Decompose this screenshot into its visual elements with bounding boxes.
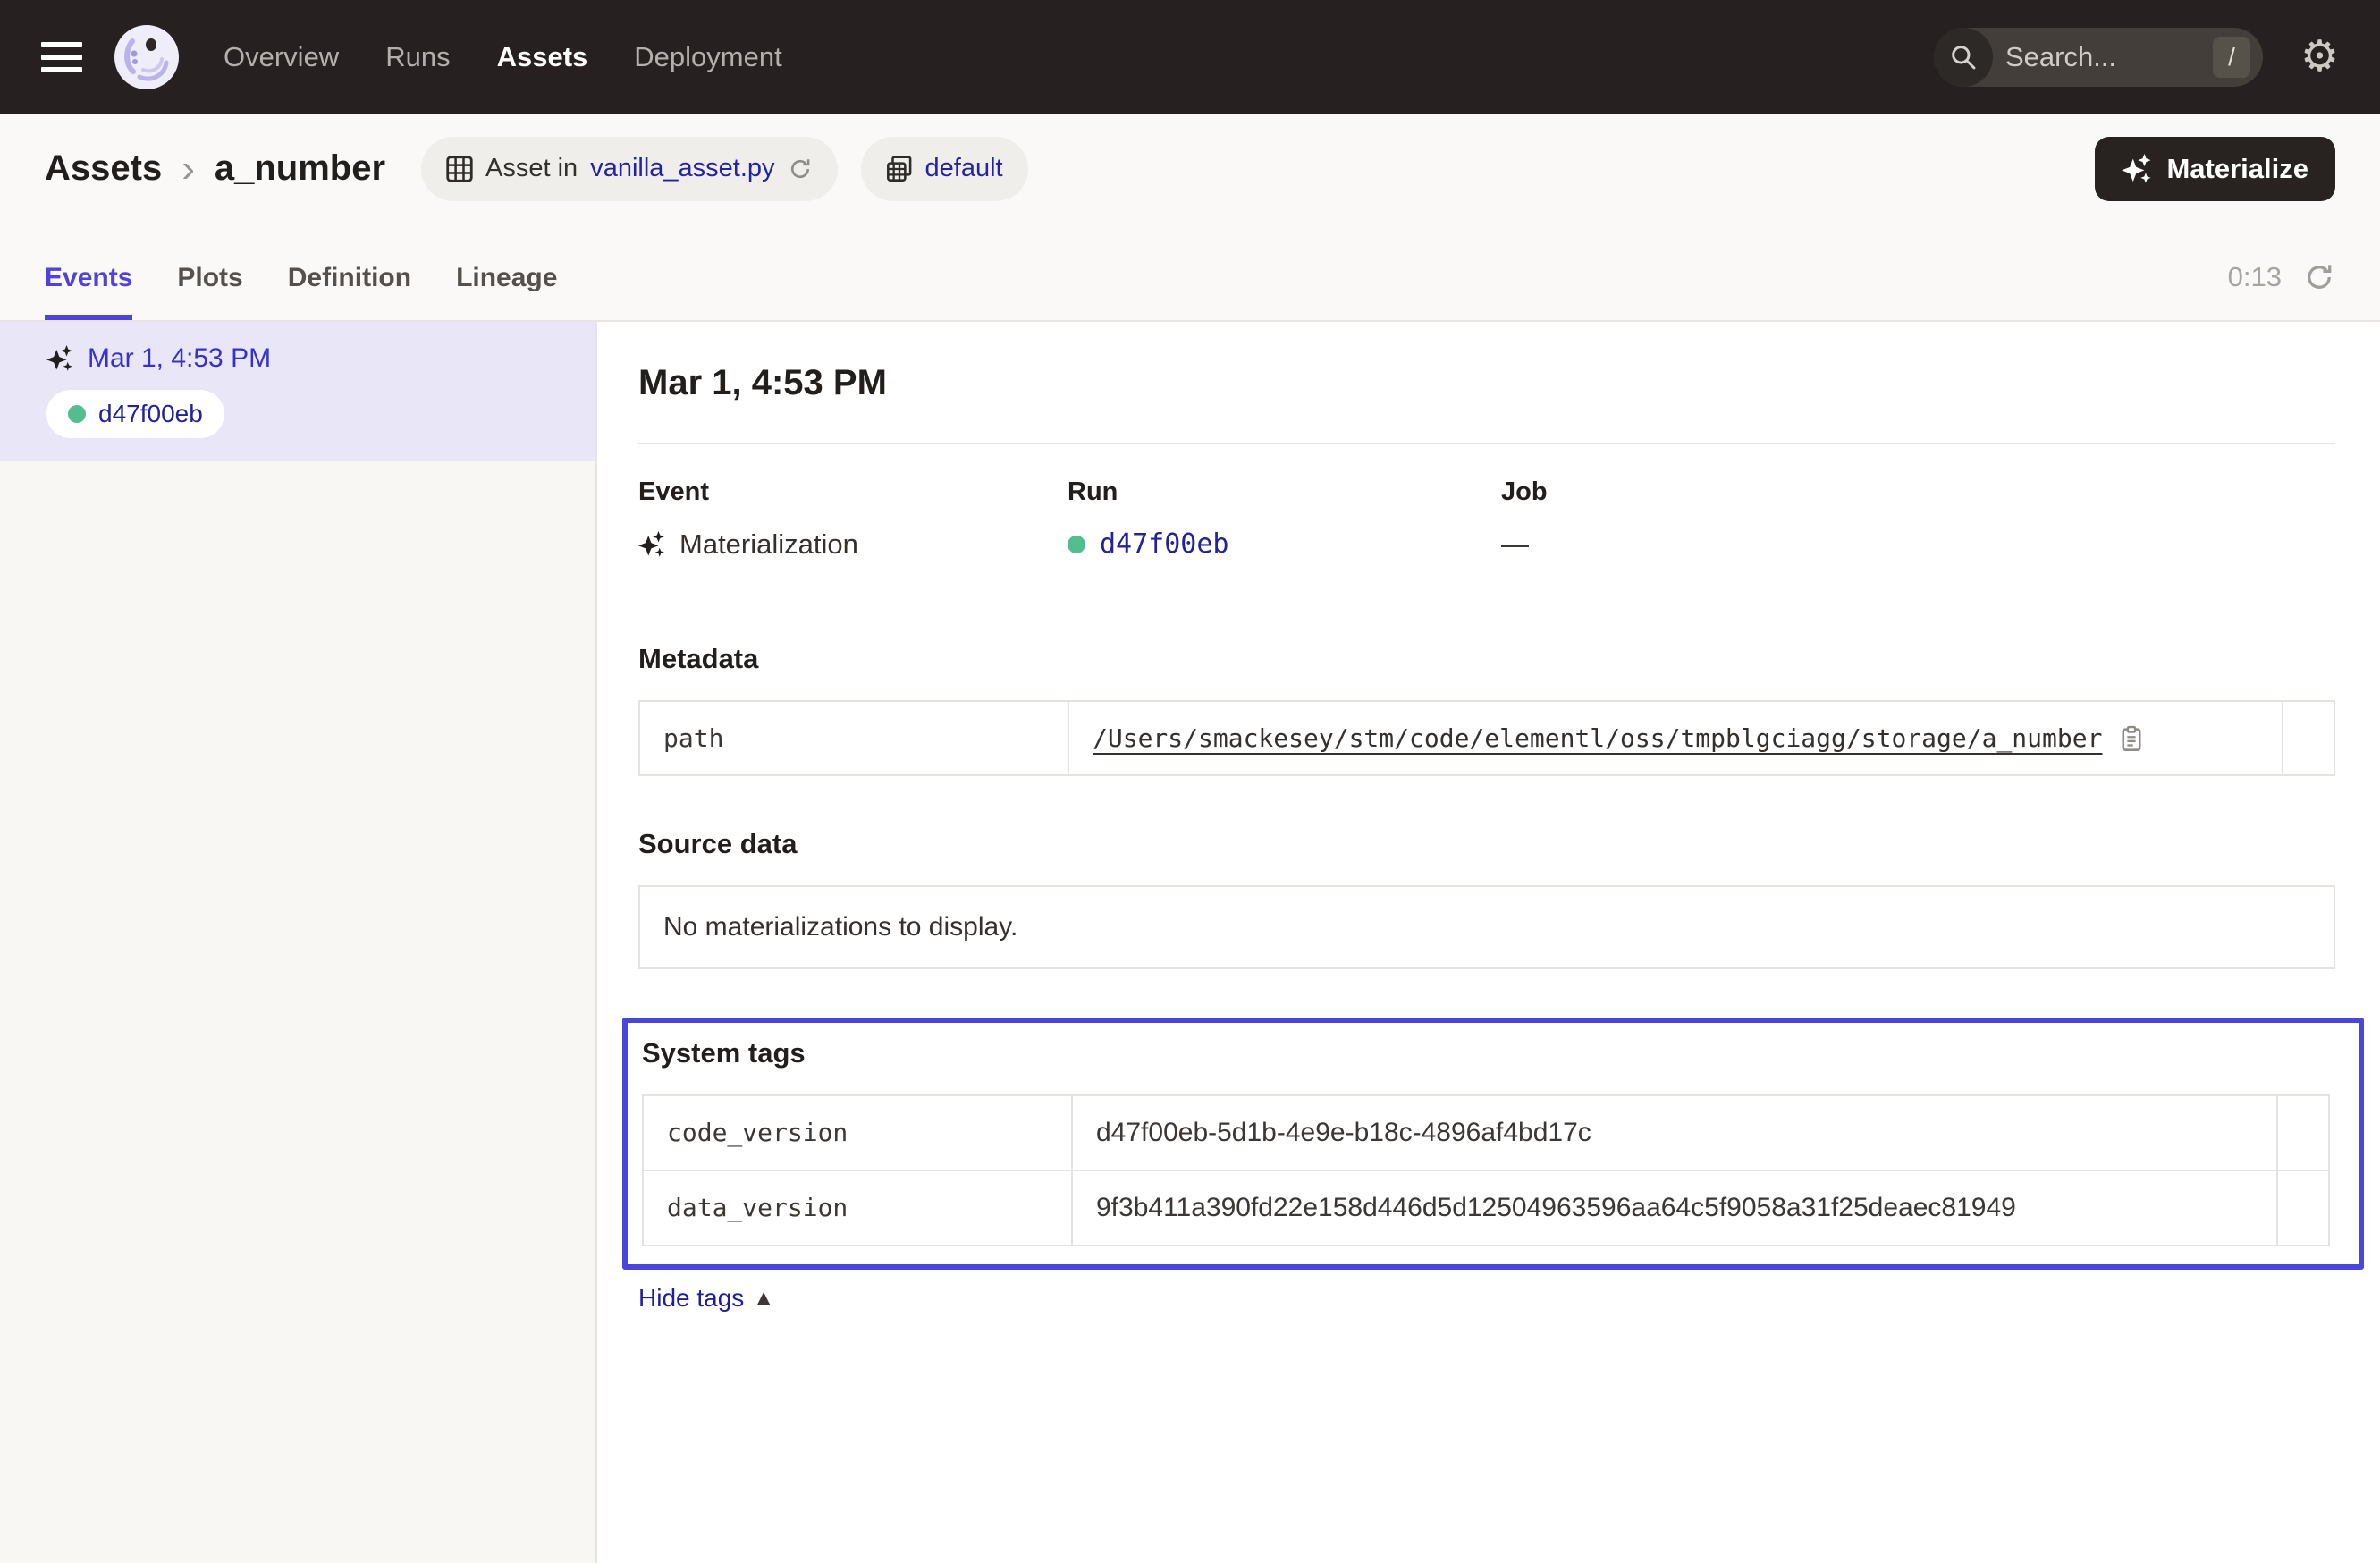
- refresh-icon[interactable]: [2303, 261, 2335, 293]
- repo-default-link[interactable]: default: [925, 154, 1003, 183]
- run-column-label: Run: [1068, 477, 1501, 507]
- dagster-logo-icon[interactable]: [113, 23, 181, 91]
- asset-tabs: Events Plots Definition Lineage: [45, 263, 557, 320]
- run-column: Run d47f00eb: [1068, 477, 1501, 561]
- asset-definition-chip[interactable]: Asset in vanilla_asset.py: [421, 137, 838, 201]
- divider: [638, 443, 2335, 444]
- gear-icon[interactable]: ⚙: [2300, 36, 2339, 79]
- source-data-heading: Source data: [638, 828, 2335, 860]
- reload-definition-icon[interactable]: [788, 156, 813, 182]
- event-detail-panel: Mar 1, 4:53 PM Event Materialization: [597, 322, 2380, 1563]
- event-timestamp: Mar 1, 4:53 PM: [88, 343, 271, 374]
- grid-icon: [446, 156, 473, 182]
- job-column: Job —: [1501, 477, 2335, 561]
- search-input[interactable]: [1993, 41, 2213, 73]
- search-icon: [1934, 28, 1993, 87]
- source-data-empty-message: No materializations to display.: [638, 885, 2335, 969]
- event-list-sidebar: Mar 1, 4:53 PM d47f00eb: [0, 322, 597, 1563]
- asset-file-link[interactable]: vanilla_asset.py: [590, 154, 774, 183]
- event-detail-title: Mar 1, 4:53 PM: [638, 363, 2335, 403]
- search-box[interactable]: /: [1934, 28, 2263, 87]
- hide-tags-link[interactable]: Hide tags ▲: [638, 1284, 774, 1313]
- tab-events[interactable]: Events: [45, 263, 132, 320]
- hamburger-menu-icon[interactable]: [41, 42, 82, 72]
- run-id-label: d47f00eb: [98, 400, 203, 428]
- table-row: path /Users/smackesey/stm/code/elementl/…: [640, 702, 2334, 774]
- event-column: Event Materialization: [638, 477, 1068, 561]
- materialization-sparkle-icon: [638, 531, 665, 558]
- system-tags-heading: System tags: [642, 1037, 2330, 1069]
- metadata-heading: Metadata: [638, 643, 2335, 675]
- nav-item-overview[interactable]: Overview: [224, 41, 339, 73]
- run-status-dot: [68, 405, 86, 423]
- asset-in-label: Asset in: [485, 154, 578, 183]
- event-column-label: Event: [638, 477, 1068, 507]
- run-id-link[interactable]: d47f00eb: [1100, 528, 1229, 560]
- breadcrumb-assets-link[interactable]: Assets: [45, 148, 162, 189]
- caret-up-icon: ▲: [753, 1286, 774, 1311]
- nav-item-assets[interactable]: Assets: [497, 41, 588, 73]
- app-header: Overview Runs Assets Deployment / ⚙: [0, 0, 2380, 114]
- metadata-path-link[interactable]: /Users/smackesey/stm/code/elementl/oss/t…: [1093, 723, 2102, 753]
- tab-plots[interactable]: Plots: [177, 263, 242, 320]
- table-row: data_version 9f3b411a390fd22e158d446d5d1…: [644, 1170, 2328, 1245]
- materialize-button[interactable]: Materialize: [2095, 137, 2335, 201]
- sparkle-icon: [2122, 154, 2152, 184]
- event-type-value: Materialization: [679, 528, 858, 561]
- search-shortcut-key: /: [2213, 37, 2250, 78]
- asset-header-row: Assets › a_number Asset in vanilla_asset…: [0, 114, 2380, 224]
- data-version-value: 9f3b411a390fd22e158d446d5d12504963596aa6…: [1096, 1193, 2016, 1223]
- system-tag-key: code_version: [644, 1096, 1073, 1170]
- materialization-sparkle-icon: [46, 345, 73, 372]
- table-row: code_version d47f00eb-5d1b-4e9e-b18c-489…: [644, 1096, 2328, 1170]
- refresh-countdown: 0:13: [2228, 261, 2282, 293]
- run-id-chip[interactable]: d47f00eb: [46, 390, 224, 438]
- page-title: a_number: [215, 148, 385, 189]
- system-tags-highlight-box: System tags code_version d47f00eb-5d1b-4…: [622, 1018, 2364, 1270]
- layered-grid-icon: [886, 156, 913, 182]
- system-tags-table: code_version d47f00eb-5d1b-4e9e-b18c-489…: [642, 1094, 2330, 1246]
- job-empty-value: —: [1501, 528, 1529, 561]
- system-tag-key: data_version: [644, 1171, 1073, 1245]
- copy-icon[interactable]: [2118, 725, 2145, 752]
- nav-item-deployment[interactable]: Deployment: [634, 41, 781, 73]
- event-list-item[interactable]: Mar 1, 4:53 PM d47f00eb: [0, 322, 595, 461]
- asset-tabs-row: Events Plots Definition Lineage 0:13: [0, 224, 2380, 322]
- hide-tags-label: Hide tags: [638, 1284, 744, 1313]
- materialize-label: Materialize: [2166, 153, 2308, 185]
- run-status-dot: [1068, 536, 1085, 553]
- code-version-value: d47f00eb-5d1b-4e9e-b18c-4896af4bd17c: [1096, 1118, 1591, 1148]
- repo-location-chip[interactable]: default: [861, 137, 1028, 201]
- tab-lineage[interactable]: Lineage: [456, 263, 557, 320]
- breadcrumb-chevron-icon: ›: [181, 149, 195, 189]
- metadata-key: path: [640, 702, 1069, 774]
- metadata-table: path /Users/smackesey/stm/code/elementl/…: [638, 700, 2335, 776]
- tab-definition[interactable]: Definition: [288, 263, 411, 320]
- job-column-label: Job: [1501, 477, 2335, 507]
- nav-item-runs[interactable]: Runs: [385, 41, 450, 73]
- primary-nav: Overview Runs Assets Deployment: [224, 41, 782, 73]
